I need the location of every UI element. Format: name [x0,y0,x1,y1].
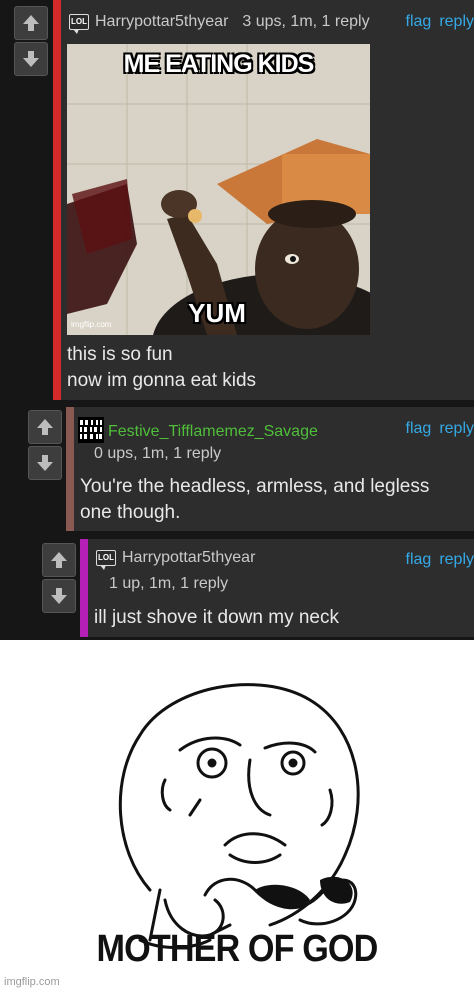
comment-actions: flag reply [398,420,474,438]
vote-box [28,410,64,482]
comment-bar [53,0,61,400]
reply-link[interactable]: reply [439,420,474,437]
reaction-meme[interactable]: MOTHER OF GOD imgflip.com [0,640,474,993]
username-link[interactable]: Festive_Tifflamemez_Savage [108,423,318,440]
downvote-button[interactable] [28,446,62,480]
reply-link[interactable]: reply [439,551,474,568]
username-link[interactable]: Harrypottar5thyear [122,549,255,566]
comment-text-line: now im gonna eat kids [67,370,257,391]
comment-header: Festive_Tifflamemez_Savage [78,417,318,443]
meme-image[interactable]: imgflip.com ME EATING KIDS YUM [67,44,370,335]
username-link[interactable]: Harrypottar5thyear [95,13,228,30]
meme-caption: MOTHER OF GOD [96,928,379,970]
comment-header: LOL Harrypottar5thyear 3 ups, 1m, 1 reply [69,13,370,34]
arrow-down-icon [37,455,53,471]
vote-box [42,543,78,615]
comment-bar [80,539,88,637]
meme-watermark: imgflip.com [71,320,112,329]
arrow-down-icon [23,51,39,67]
meme-watermark: imgflip.com [4,976,60,988]
comment-text-line: one though. [80,502,181,523]
meme-photo: imgflip.com [67,44,370,335]
comment-3: LOL Harrypottar5thyear flag reply 1 up, 1m… [80,539,474,637]
arrow-up-icon [51,552,67,568]
vote-box [14,6,50,78]
user-badge-icon: LOL [69,14,89,34]
reply-link[interactable]: reply [439,13,474,30]
upvote-button[interactable] [28,410,62,444]
comment-stats: 3 ups, 1m, 1 reply [242,13,370,30]
arrow-down-icon [51,588,67,604]
arrow-up-icon [37,419,53,435]
upvote-button[interactable] [14,6,48,40]
comment-thread: LOL Harrypottar5thyear 3 ups, 1m, 1 reply … [0,0,474,640]
comment-text-line: ill just shove it down my neck [94,607,339,628]
downvote-button[interactable] [14,42,48,76]
binary-avatar-icon [78,417,104,443]
comment-body: You're the headless, armless, and legles… [80,474,429,526]
downvote-button[interactable] [42,579,76,613]
comment-2: Festive_Tifflamemez_Savage flag reply 0 u… [66,407,474,531]
comment-text-line: You're the headless, armless, and legles… [80,476,430,497]
comment-bar [66,407,74,531]
meme-top-text: ME EATING KIDS [123,50,315,78]
upvote-button[interactable] [42,543,76,577]
comment-body: this is so fun now im gonna eat kids [67,342,256,394]
comment-stats: 0 ups, 1m, 1 reply [94,445,222,462]
comment-text-line: this is so fun [67,344,173,365]
flag-link[interactable]: flag [406,420,432,437]
comment-actions: flag reply [398,13,474,31]
user-badge-icon: LOL [96,550,116,570]
comment-stats: 1 up, 1m, 1 reply [109,575,229,592]
comment-header: LOL Harrypottar5thyear [96,549,255,570]
meme-bottom-text: YUM [188,298,246,328]
flag-link[interactable]: flag [406,13,432,30]
arrow-up-icon [23,15,39,31]
flag-link[interactable]: flag [406,551,432,568]
comment-body: ill just shove it down my neck [94,605,339,631]
comment-actions: flag reply [398,551,474,569]
